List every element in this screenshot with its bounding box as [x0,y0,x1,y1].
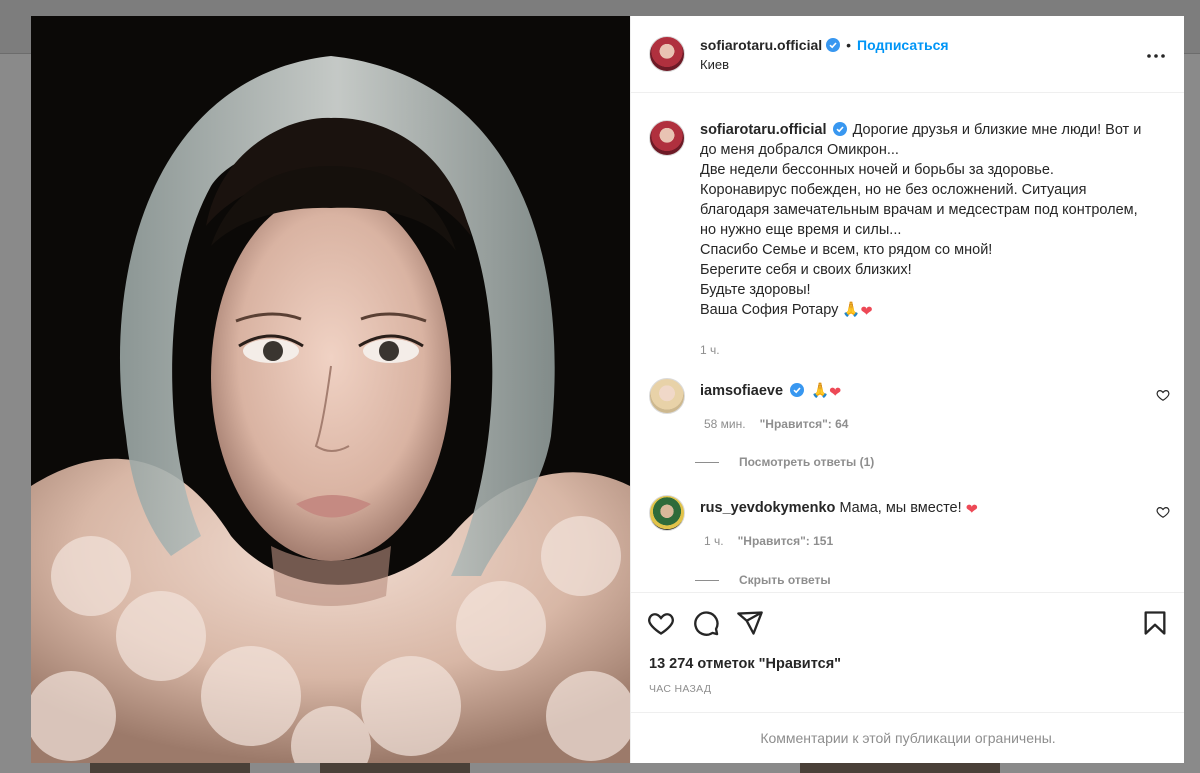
replies-divider [695,461,719,463]
more-options-icon[interactable] [1144,44,1168,68]
like-heart-icon[interactable] [647,609,675,637]
commenter-avatar[interactable] [649,495,685,531]
post-actions-bar [631,592,1184,654]
verified-badge-icon [832,122,847,136]
caption-line: но нужно еще время и силы... [700,222,902,238]
commenter-username[interactable]: iamsofiaeve [700,383,783,399]
share-send-icon[interactable] [736,609,764,637]
post-caption: sofiarotaru.official Дорогие друзья и бл… [649,120,1169,360]
comment-bubble-icon[interactable] [692,609,720,637]
comment-text: Мама, мы вместе! ❤ [839,500,978,518]
replies-label[interactable]: Скрыть ответы [739,573,831,587]
comment-likes[interactable]: "Нравится": 64 [760,417,849,431]
caption-username[interactable]: sofiarotaru.official [700,122,827,138]
caption-line: Дорогие друзья и близкие мне люди! Вот и [852,122,1142,138]
comment-meta: 58 мин. "Нравится": 64 [704,417,848,431]
post-location[interactable]: Киев [700,57,949,72]
separator-dot: • [846,36,852,53]
likes-count[interactable]: 13 274 отметок "Нравится" [649,656,841,672]
comment-text: 🙏❤ [811,383,842,401]
post-timestamp[interactable]: ЧАС НАЗАД [649,683,711,695]
like-comment-heart-icon[interactable] [1156,505,1170,519]
caption-line: Берегите себя и своих близких! [700,262,912,278]
post-header: sofiarotaru.official • Подписаться Киев [631,16,1184,93]
comment-time[interactable]: 1 ч. [704,534,724,548]
post-modal: sofiarotaru.official • Подписаться Киев [31,16,1184,763]
caption-time[interactable]: 1 ч. [700,340,1169,360]
comment-likes[interactable]: "Нравится": 151 [738,534,834,548]
follow-button[interactable]: Подписаться [857,37,949,53]
replies-label[interactable]: Посмотреть ответы (1) [739,455,874,469]
comment-item: rus_yevdokymenko Мама, мы вместе! ❤ [649,495,1169,531]
like-comment-heart-icon[interactable] [1156,388,1170,402]
verified-badge-icon [826,37,841,52]
commenter-avatar[interactable] [649,378,685,414]
comment-time[interactable]: 58 мин. [704,417,746,431]
caption-author-avatar[interactable] [649,120,685,156]
caption-line: до меня добрался Омикрон... [700,142,899,158]
portrait-image [31,16,630,763]
replies-divider [695,579,719,581]
comment-meta: 1 ч. "Нравится": 151 [704,534,833,548]
hide-replies-button[interactable]: Скрыть ответы [695,573,831,587]
post-side-panel: sofiarotaru.official • Подписаться Киев [630,16,1184,763]
view-replies-button[interactable]: Посмотреть ответы (1) [695,455,874,469]
caption-line: благодаря замечательным врачам и медсест… [700,202,1138,218]
verified-badge-icon [790,383,805,397]
caption-line: Спасибо Семье и всем, кто рядом со мной! [700,242,993,258]
comments-restricted-notice: Комментарии к этой публикации ограничены… [631,712,1184,763]
commenter-username[interactable]: rus_yevdokymenko [700,500,835,516]
caption-line: Две недели бессонных ночей и борьбы за з… [700,162,1054,178]
caption-line: Коронавирус побежден, но не без осложнен… [700,182,1087,198]
author-username[interactable]: sofiarotaru.official [700,37,822,53]
bookmark-save-icon[interactable] [1141,609,1169,637]
comment-item: iamsofiaeve 🙏❤ [649,378,1169,414]
caption-line: Ваша София Ротару 🙏❤ [700,302,873,320]
post-photo[interactable] [31,16,630,763]
author-avatar[interactable] [649,36,685,72]
caption-line: Будьте здоровы! [700,282,811,298]
